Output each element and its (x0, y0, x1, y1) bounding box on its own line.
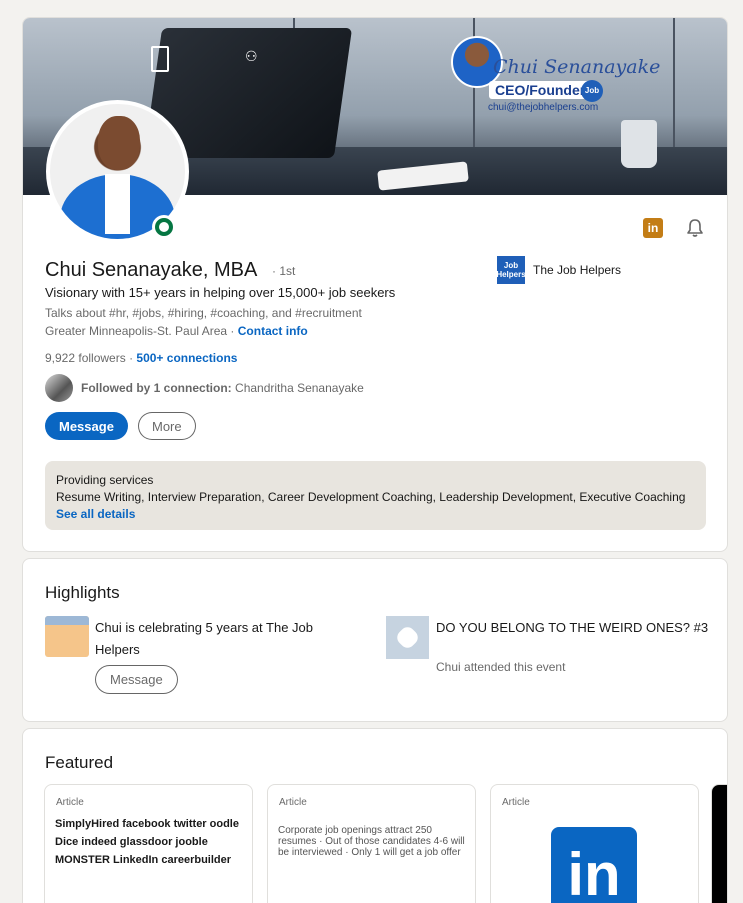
calendar-icon (45, 616, 89, 657)
company-name: The Job Helpers (533, 263, 622, 277)
message-button[interactable]: Message (45, 412, 128, 440)
network-icon: ⚇ (245, 48, 258, 64)
featured-item-partial[interactable] (711, 784, 727, 903)
current-company[interactable]: Job Helpers The Job Helpers (496, 256, 622, 284)
followed-by[interactable]: Followed by 1 connection: Chandritha Sen… (45, 374, 364, 402)
connection-degree: · 1st (272, 264, 296, 278)
avatar-shirt (105, 174, 130, 234)
followers-count: 9,922 followers (45, 351, 126, 365)
profile-headline: Visionary with 15+ years in helping over… (45, 285, 396, 300)
featured-item-preview: SimplyHired facebook twitter oodle Dice … (55, 818, 239, 866)
featured-item-label: Article (56, 797, 84, 808)
highlights-title: Highlights (45, 583, 120, 602)
services-title: Providing services (56, 473, 154, 487)
linkedin-logo-icon: in (551, 827, 637, 903)
profile-talks-about: Talks about #hr, #jobs, #hiring, #coachi… (45, 306, 362, 320)
services-list: Resume Writing, Interview Preparation, C… (56, 490, 686, 504)
highlight-event-sub: Chui attended this event (436, 660, 566, 674)
banner-window-frame (673, 18, 675, 148)
clipboard-icon (151, 46, 169, 72)
bell-icon[interactable] (683, 216, 707, 240)
connections-link[interactable]: 500+ connections (136, 351, 237, 365)
profile-card: ⚇ Chui Senanayake CEO/Founder Job chui@t… (22, 17, 728, 552)
banner-title: CEO/Founder (489, 81, 592, 99)
avatar-head (98, 116, 140, 170)
featured-item-label: Article (279, 797, 307, 808)
followed-by-prefix: Followed by 1 connection: (81, 381, 232, 395)
online-status-icon (152, 215, 176, 239)
contact-info-link[interactable]: Contact info (238, 324, 308, 338)
profile-name: Chui Senanayake, MBA (45, 259, 258, 281)
profile-location-line: Greater Minneapolis-St. Paul Area · Cont… (45, 324, 308, 338)
event-icon[interactable] (386, 616, 429, 659)
linkedin-premium-icon[interactable]: in (643, 218, 663, 238)
followers-line: 9,922 followers · 500+ connections (45, 351, 238, 365)
banner-logo: Job (581, 80, 603, 102)
featured-item[interactable]: Article SimplyHired facebook twitter ood… (44, 784, 253, 903)
featured-card: Featured Article SimplyHired facebook tw… (22, 728, 728, 903)
featured-item-label: Article (502, 797, 530, 808)
banner-email: chui@thejobhelpers.com (488, 102, 599, 113)
more-button[interactable]: More (138, 412, 196, 440)
company-logo: Job Helpers (496, 256, 526, 284)
connection-avatar (45, 374, 73, 402)
featured-item[interactable]: Article in (490, 784, 699, 903)
highlight-event-title[interactable]: DO YOU BELONG TO THE WEIRD ONES? #3 (436, 617, 721, 639)
banner-signature: Chui Senanayake (493, 56, 661, 78)
featured-item[interactable]: Article Corporate job openings attract 2… (267, 784, 476, 903)
highlight-message-button[interactable]: Message (95, 665, 178, 694)
profile-location: Greater Minneapolis-St. Paul Area · (45, 324, 235, 338)
highlights-card: Highlights Chui is celebrating 5 years a… (22, 558, 728, 722)
services-box[interactable]: Providing services Resume Writing, Inter… (45, 461, 706, 530)
featured-item-preview: Corporate job openings attract 250 resum… (278, 825, 465, 858)
followed-by-text: Followed by 1 connection: Chandritha Sen… (81, 381, 364, 395)
see-all-details-link[interactable]: See all details (56, 507, 695, 521)
highlight-anniversary-text: Chui is celebrating 5 years at The Job H… (95, 620, 313, 657)
featured-title: Featured (45, 753, 114, 772)
banner-mug (621, 120, 657, 168)
followed-by-name: Chandritha Senanayake (235, 381, 364, 395)
